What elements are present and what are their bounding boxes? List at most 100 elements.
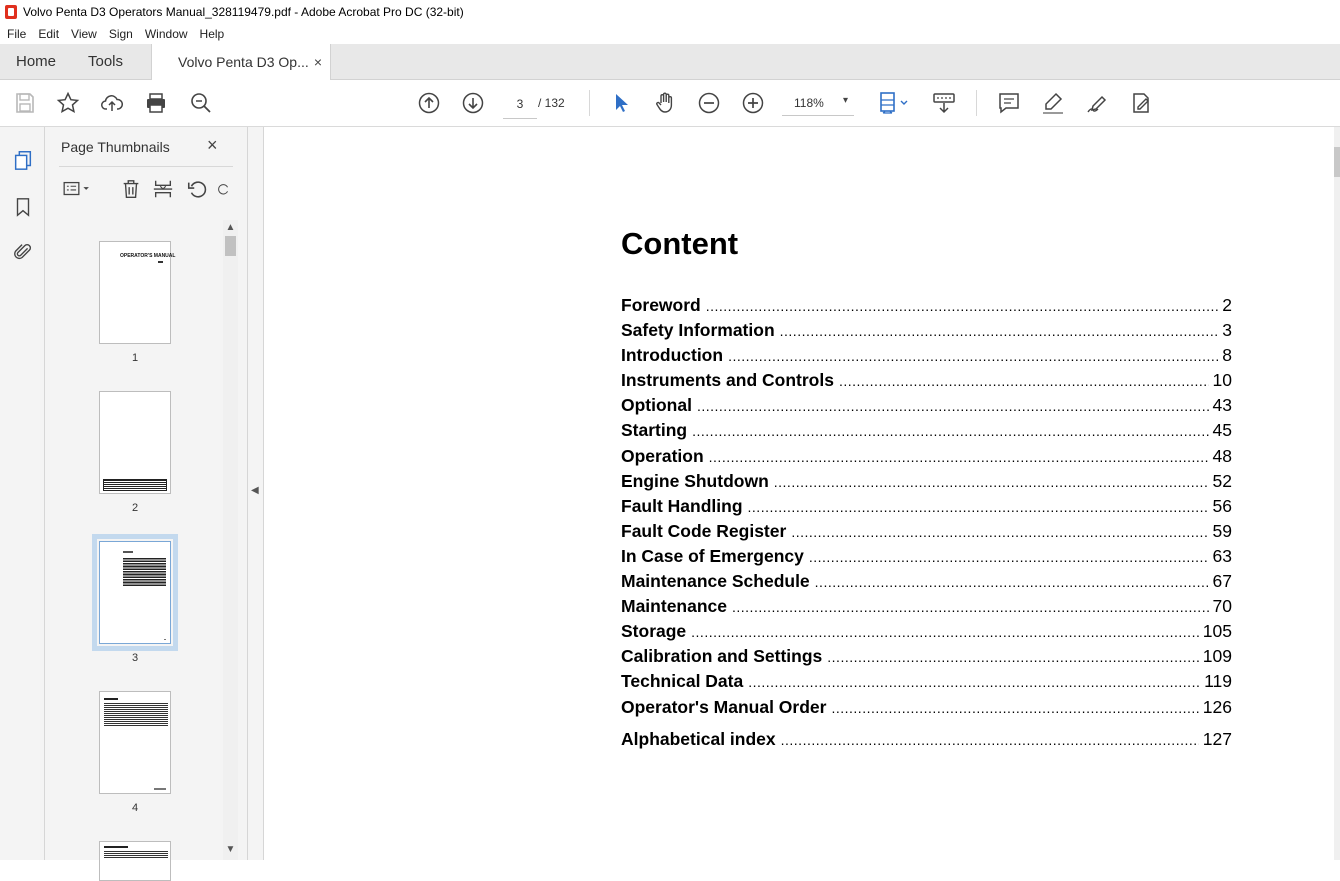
toc-entry-page: 67 [1212, 571, 1232, 592]
save-icon[interactable] [12, 90, 38, 116]
toc-entry-page: 8 [1222, 345, 1232, 366]
thumbnail-heading: OPERATOR'S MANUAL [120, 253, 176, 259]
toc-entry[interactable]: Operator's Manual Order 126 [621, 697, 1232, 722]
zoom-level-dropdown[interactable]: 118% ▾ [782, 90, 854, 116]
toc-leader-dots [748, 499, 1209, 515]
upload-cloud-icon[interactable] [99, 90, 125, 116]
toc-leader-dots [791, 524, 1208, 540]
toc-entry[interactable]: Instruments and Controls 10 [621, 370, 1232, 395]
scroll-up-icon[interactable]: ▲ [223, 222, 238, 233]
toc-entry-label: Technical Data [621, 671, 744, 692]
toc-leader-dots [774, 474, 1209, 490]
toc-entry-label: Maintenance Schedule [621, 571, 810, 592]
next-page-icon[interactable] [460, 90, 486, 116]
toc-entry[interactable]: Maintenance Schedule 67 [621, 571, 1232, 596]
insert-page-icon[interactable] [152, 177, 174, 201]
toc-entry-label: Alphabetical index [621, 728, 776, 749]
page-thumbnail-5[interactable] [99, 841, 171, 881]
toc-entry-page: 59 [1212, 520, 1232, 541]
thumbnail-options-icon[interactable] [59, 177, 95, 201]
left-navigation-rail [0, 127, 45, 860]
toc-entry[interactable]: Engine Shutdown 52 [621, 471, 1232, 496]
page-thumbnail-4[interactable] [99, 691, 171, 794]
previous-page-icon[interactable] [416, 90, 442, 116]
toc-entry[interactable]: Introduction 8 [621, 345, 1232, 370]
scrollbar-thumb[interactable] [225, 236, 236, 256]
toc-entry-page: 48 [1212, 445, 1232, 466]
toc-entry[interactable]: Fault Code Register 59 [621, 521, 1232, 546]
menu-edit[interactable]: Edit [32, 27, 65, 41]
collapse-arrow-icon[interactable]: ◀ [251, 485, 259, 496]
toc-entry-label: Storage [621, 621, 687, 642]
thumbnail-label: 4 [131, 802, 139, 814]
toc-entry[interactable]: Starting 45 [621, 420, 1232, 445]
document-viewport[interactable]: Content Foreword 2 Safety Information 3 Intr… [264, 127, 1334, 860]
toc-entry-page: 43 [1212, 395, 1232, 416]
toc-leader-dots [831, 700, 1198, 716]
menu-window[interactable]: Window [139, 27, 194, 41]
page-thumbnails-icon[interactable] [10, 147, 36, 173]
panel-collapse-strip[interactable]: ◀ [248, 127, 264, 860]
tab-tools[interactable]: Tools [88, 44, 123, 80]
toc-entry-page: 56 [1212, 495, 1232, 516]
bookmark-star-icon[interactable] [55, 90, 81, 116]
toc-entry[interactable]: Foreword 2 [621, 295, 1232, 320]
toc-entry-label: Operation [621, 445, 704, 466]
toc-entry[interactable]: Maintenance 70 [621, 596, 1232, 621]
zoom-out-icon[interactable] [696, 90, 722, 116]
page-thumbnail-1[interactable]: OPERATOR'S MANUAL [99, 241, 175, 344]
toc-entry[interactable]: Fault Handling 56 [621, 496, 1232, 521]
page-thumbnail-2[interactable] [99, 391, 171, 494]
toc-entry[interactable]: Calibration and Settings 109 [621, 646, 1232, 671]
toc-entry-label: Calibration and Settings [621, 646, 823, 667]
document-scrollbar[interactable] [1334, 127, 1340, 860]
print-icon[interactable] [143, 90, 169, 116]
toc-entry[interactable]: In Case of Emergency 63 [621, 546, 1232, 571]
close-icon[interactable]: × [207, 135, 218, 156]
comment-icon[interactable] [996, 90, 1022, 116]
page-total: / 132 [538, 96, 565, 110]
scroll-down-icon[interactable]: ▼ [223, 844, 238, 855]
scrollbar-thumb[interactable] [1334, 147, 1340, 177]
toc-entry[interactable]: Safety Information 3 [621, 320, 1232, 345]
toc-entry[interactable]: Technical Data 119 [621, 671, 1232, 696]
sign-pen-icon[interactable] [1084, 90, 1110, 116]
toc-entry-page: 119 [1204, 671, 1232, 692]
zoom-in-icon[interactable] [740, 90, 766, 116]
toc-entry-label: Fault Code Register [621, 520, 787, 541]
bookmarks-icon[interactable] [10, 194, 36, 220]
menu-sign[interactable]: Sign [103, 27, 139, 41]
toc-entry[interactable]: Optional 43 [621, 395, 1232, 420]
tab-document-label: Volvo Penta D3 Op... [178, 54, 309, 70]
toc-entry-page: 52 [1212, 470, 1232, 491]
toc-entry[interactable]: Storage 105 [621, 621, 1232, 646]
toc-entry[interactable]: Alphabetical index 127 [621, 729, 1232, 754]
tab-home[interactable]: Home [16, 44, 56, 80]
toc-entry-label: Safety Information [621, 320, 775, 341]
page-thumbnail-3[interactable] [92, 534, 178, 651]
toc-entry-label: Introduction [621, 345, 724, 366]
toc-entry-label: Fault Handling [621, 495, 743, 516]
rotate-left-icon[interactable] [186, 177, 208, 201]
thumbnail-label: 3 [131, 652, 139, 664]
page-fit-icon[interactable] [875, 90, 913, 116]
scroll-mode-icon[interactable] [931, 90, 957, 116]
thumbnail-scrollbar[interactable]: ▲ ▼ [223, 220, 238, 860]
page-number-input[interactable] [503, 90, 537, 119]
rotate-right-icon[interactable] [217, 177, 231, 201]
toc-entry[interactable]: Operation 48 [621, 446, 1232, 471]
menu-file[interactable]: File [0, 27, 32, 41]
highlight-pen-icon[interactable] [1040, 90, 1066, 116]
menu-help[interactable]: Help [194, 27, 231, 41]
tab-document[interactable]: Volvo Penta D3 Op... × [151, 44, 331, 80]
select-cursor-icon[interactable] [608, 90, 634, 116]
zoom-level-value: 118% [794, 96, 824, 110]
zoom-search-icon[interactable] [188, 90, 214, 116]
delete-trash-icon[interactable] [120, 177, 142, 201]
edit-text-icon[interactable] [1128, 90, 1154, 116]
hand-tool-icon[interactable] [652, 90, 678, 116]
tab-close-icon[interactable]: × [314, 44, 322, 80]
attachments-paperclip-icon[interactable] [10, 239, 36, 265]
toc-entry-page: 105 [1202, 621, 1232, 642]
menu-view[interactable]: View [65, 27, 103, 41]
